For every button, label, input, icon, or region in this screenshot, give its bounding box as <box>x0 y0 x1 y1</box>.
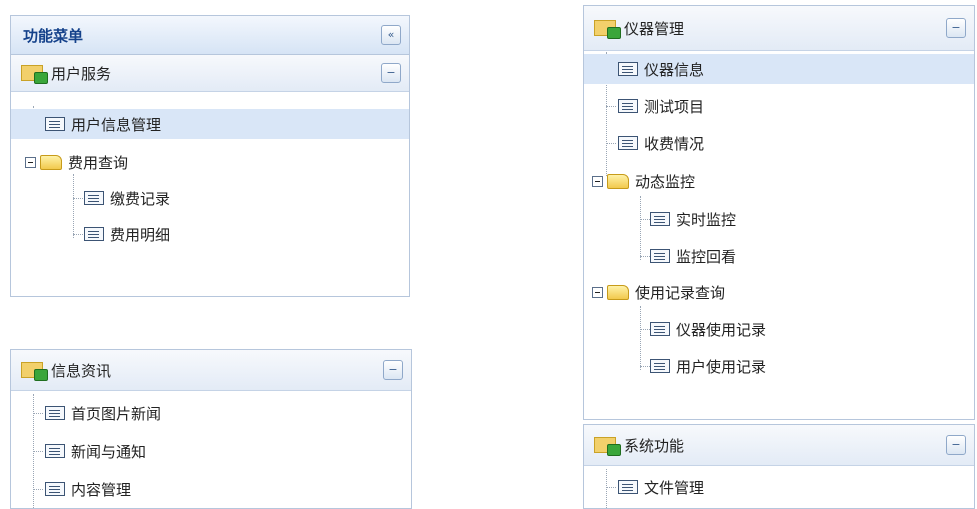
document-icon <box>650 322 670 336</box>
tree-line <box>33 451 43 452</box>
tree-item-home-image-news[interactable]: 首页图片新闻 <box>45 398 161 428</box>
tree-item-label: 用户使用记录 <box>676 357 767 376</box>
tree-item-fee-detail[interactable]: 费用明细 <box>84 219 170 249</box>
collapse-menu-button[interactable]: « <box>381 25 401 45</box>
tree-line <box>606 487 616 488</box>
tree-line <box>73 174 74 238</box>
tree-item-label: 内容管理 <box>71 480 132 499</box>
document-icon <box>618 99 638 113</box>
group-header-user-service[interactable]: 用户服务 − <box>11 55 409 92</box>
tree-item-label: 费用明细 <box>110 225 171 244</box>
collapse-group-button[interactable]: − <box>381 63 401 83</box>
tree-item-test-project[interactable]: 测试项目 <box>618 91 704 121</box>
tree-item-file-management[interactable]: 文件管理 <box>618 472 704 502</box>
tree-item-user-info-management[interactable]: 用户信息管理 <box>11 109 409 139</box>
tree-item-label: 首页图片新闻 <box>71 404 162 423</box>
document-icon <box>618 480 638 494</box>
document-icon <box>45 444 65 458</box>
tree-line <box>606 106 616 107</box>
tree-item-label: 文件管理 <box>644 478 705 497</box>
info-news-panel: 信息资讯 − 首页图片新闻 新闻与通知 内容管理 <box>10 349 412 509</box>
instrument-management-panel: 仪器管理 − 仪器信息 测试项目 收费情况 动态监控 实时监控 监控回看 使用记… <box>583 5 975 420</box>
tree-line <box>606 143 616 144</box>
tree-item-label: 用户信息管理 <box>71 115 162 134</box>
group-title-system-function: 系统功能 <box>624 436 685 455</box>
collapse-toggle-icon[interactable] <box>592 175 603 187</box>
tree-line <box>640 306 641 370</box>
tree-item-instrument-info[interactable]: 仪器信息 <box>584 54 974 84</box>
document-icon <box>45 117 65 131</box>
collapse-group-button[interactable]: − <box>946 435 966 455</box>
document-icon <box>618 62 638 76</box>
folder-open-icon <box>607 173 629 189</box>
tree-line <box>73 198 83 199</box>
tree-item-label: 仪器使用记录 <box>676 320 767 339</box>
tree-item-label: 测试项目 <box>644 97 705 116</box>
tree-item-label: 实时监控 <box>676 210 737 229</box>
tree-line <box>73 234 83 235</box>
document-icon <box>618 136 638 150</box>
folder-arrow-icon <box>594 20 621 39</box>
folder-arrow-icon <box>594 437 621 456</box>
function-menu-title: 功能菜单 <box>23 26 84 45</box>
tree-item-charge-status[interactable]: 收费情况 <box>618 128 704 158</box>
tree-folder-usage-record-query[interactable]: 使用记录查询 <box>592 277 725 307</box>
tree-item-user-usage-record[interactable]: 用户使用记录 <box>650 351 766 381</box>
collapse-toggle-icon[interactable] <box>25 156 36 168</box>
tree-line <box>640 196 641 260</box>
document-icon <box>45 482 65 496</box>
folder-arrow-icon <box>21 65 48 84</box>
document-icon <box>650 359 670 373</box>
group-title-info-news: 信息资讯 <box>51 361 112 380</box>
folder-open-icon <box>40 154 62 170</box>
folder-arrow-icon <box>21 362 48 381</box>
collapse-group-button[interactable]: − <box>383 360 403 380</box>
tree-folder-label: 费用查询 <box>68 153 129 172</box>
tree-line <box>640 366 650 367</box>
tree-folder-label: 使用记录查询 <box>635 283 726 302</box>
tree-item-realtime-monitoring[interactable]: 实时监控 <box>650 204 736 234</box>
document-icon <box>650 212 670 226</box>
system-function-panel: 系统功能 − 文件管理 <box>583 424 975 509</box>
group-title-instrument: 仪器管理 <box>624 19 685 38</box>
tree-line <box>33 413 43 414</box>
tree-item-label: 仪器信息 <box>644 60 705 79</box>
tree-folder-fee-query[interactable]: 费用查询 <box>25 147 128 177</box>
tree-item-instrument-usage-record[interactable]: 仪器使用记录 <box>650 314 766 344</box>
group-title-user-service: 用户服务 <box>51 64 112 83</box>
function-menu-panel: 功能菜单 « 用户服务 − 用户信息管理 费用查询 缴费记录 费用明细 <box>10 15 410 297</box>
group-header-instrument[interactable]: 仪器管理 − <box>584 6 974 51</box>
folder-open-icon <box>607 284 629 300</box>
tree-item-content-management[interactable]: 内容管理 <box>45 474 131 504</box>
document-icon <box>84 191 104 205</box>
tree-item-label: 缴费记录 <box>110 189 171 208</box>
tree-folder-label: 动态监控 <box>635 172 696 191</box>
group-header-system-function[interactable]: 系统功能 − <box>584 425 974 466</box>
tree-item-news-and-notice[interactable]: 新闻与通知 <box>45 436 146 466</box>
function-menu-header: 功能菜单 « <box>11 16 409 55</box>
document-icon <box>45 406 65 420</box>
tree-item-label: 收费情况 <box>644 134 705 153</box>
tree-item-payment-record[interactable]: 缴费记录 <box>84 183 170 213</box>
document-icon <box>650 249 670 263</box>
tree-item-monitoring-playback[interactable]: 监控回看 <box>650 241 736 271</box>
tree-line <box>33 489 43 490</box>
tree-line <box>606 469 607 508</box>
tree-item-label: 监控回看 <box>676 247 737 266</box>
group-header-info-news[interactable]: 信息资讯 − <box>11 350 411 391</box>
tree-line <box>640 329 650 330</box>
tree-line <box>640 256 650 257</box>
collapse-toggle-icon[interactable] <box>592 286 603 298</box>
collapse-group-button[interactable]: − <box>946 18 966 38</box>
tree-line <box>640 219 650 220</box>
document-icon <box>84 227 104 241</box>
tree-folder-dynamic-monitoring[interactable]: 动态监控 <box>592 166 695 196</box>
tree-item-label: 新闻与通知 <box>71 442 147 461</box>
